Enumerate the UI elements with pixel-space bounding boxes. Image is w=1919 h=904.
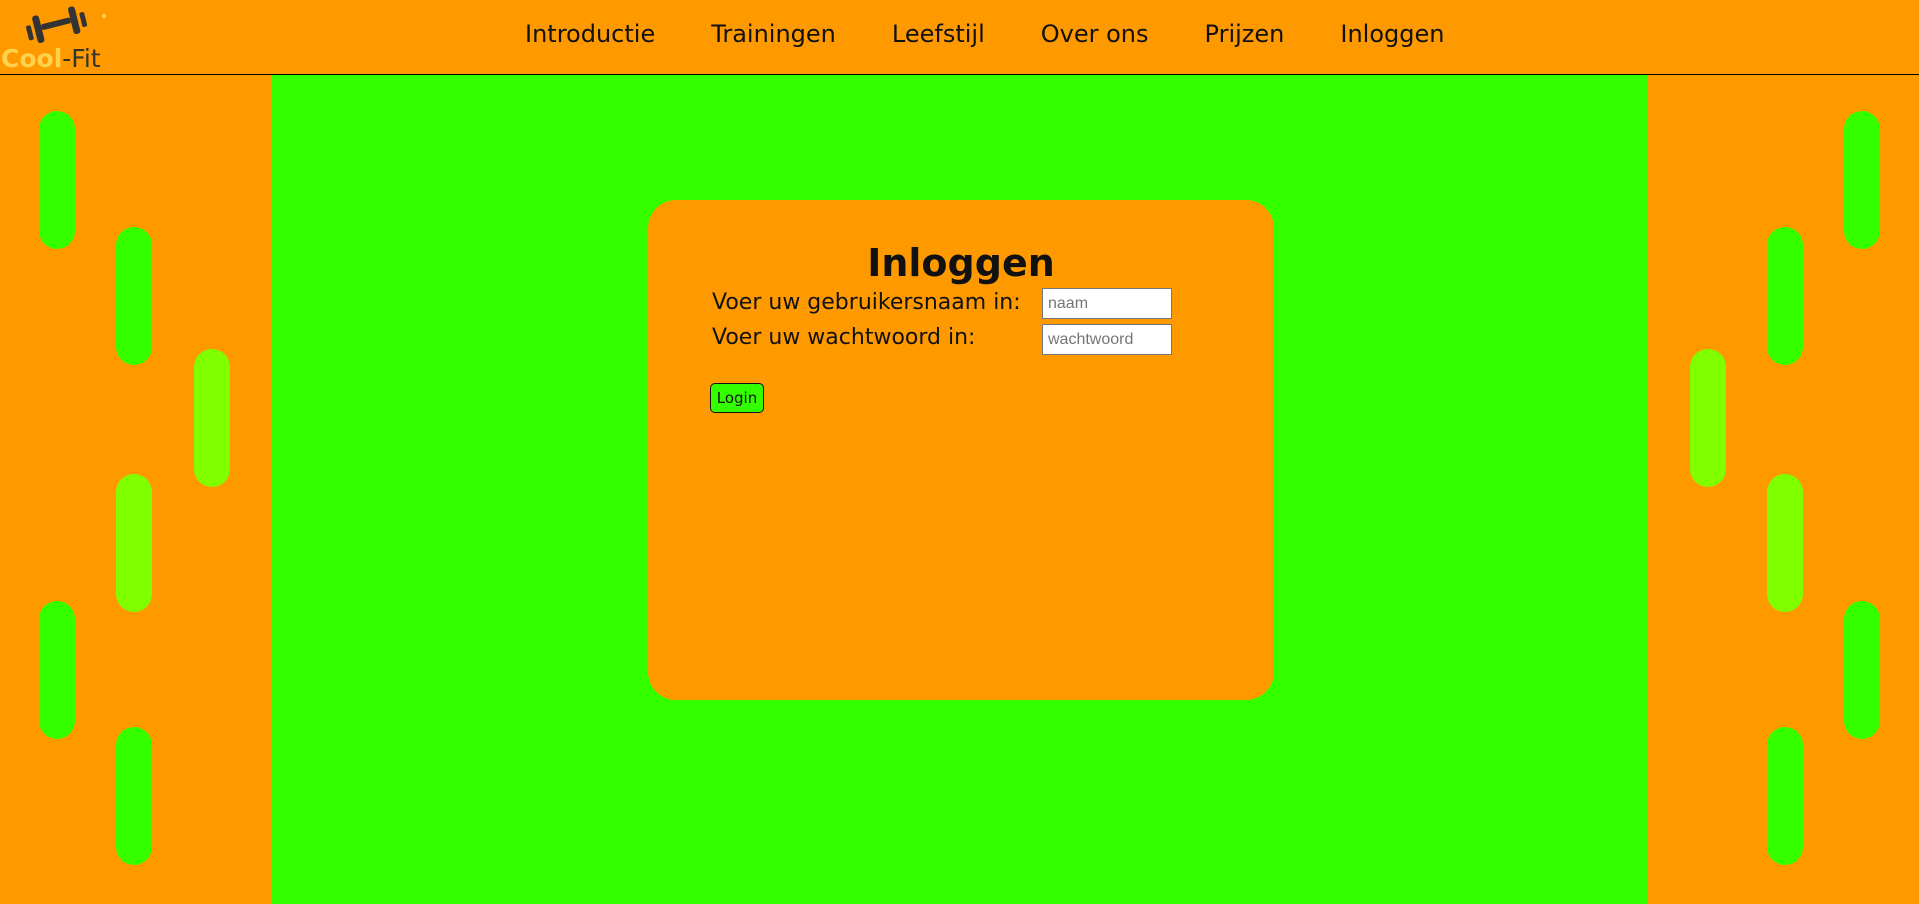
decor-pill bbox=[116, 474, 152, 612]
dumbbell-icon bbox=[26, 6, 106, 43]
username-label: Voer uw gebruikersnaam in: bbox=[712, 290, 1021, 315]
login-title: Inloggen bbox=[867, 241, 1055, 285]
main-nav: Introductie Trainingen Leefstijl Over on… bbox=[525, 16, 1444, 52]
decor-pill bbox=[1844, 111, 1880, 249]
logo[interactable]: Cool-Fit bbox=[0, 2, 120, 74]
decor-pill bbox=[39, 111, 75, 249]
decor-pill bbox=[1767, 227, 1803, 365]
logo-cool-text: Cool bbox=[1, 44, 63, 73]
username-input[interactable] bbox=[1042, 288, 1172, 319]
login-card: Inloggen Voer uw gebruikersnaam in: Voer… bbox=[648, 200, 1274, 700]
logo-fit-text: -Fit bbox=[62, 44, 101, 73]
site-header: Cool-Fit Introductie Trainingen Leefstij… bbox=[0, 0, 1919, 75]
login-button[interactable]: Login bbox=[710, 383, 764, 413]
password-label: Voer uw wachtwoord in: bbox=[712, 325, 976, 350]
password-input[interactable] bbox=[1042, 324, 1172, 355]
decor-pill bbox=[1767, 727, 1803, 865]
nav-item-over-ons[interactable]: Over ons bbox=[1041, 16, 1149, 52]
nav-item-trainingen[interactable]: Trainingen bbox=[711, 16, 836, 52]
logo-text: Cool-Fit bbox=[1, 44, 101, 74]
nav-item-prijzen[interactable]: Prijzen bbox=[1205, 16, 1285, 52]
nav-item-inloggen[interactable]: Inloggen bbox=[1340, 16, 1444, 52]
decor-pill bbox=[194, 349, 230, 487]
decor-pill bbox=[116, 727, 152, 865]
decor-pill bbox=[116, 227, 152, 365]
decor-pill bbox=[39, 601, 75, 739]
right-decoration bbox=[1648, 75, 1919, 904]
decor-pill bbox=[1767, 474, 1803, 612]
nav-item-leefstijl[interactable]: Leefstijl bbox=[892, 16, 985, 52]
decor-pill bbox=[1844, 601, 1880, 739]
left-decoration bbox=[0, 75, 272, 904]
decor-pill bbox=[1690, 349, 1726, 487]
nav-item-introductie[interactable]: Introductie bbox=[525, 16, 655, 52]
